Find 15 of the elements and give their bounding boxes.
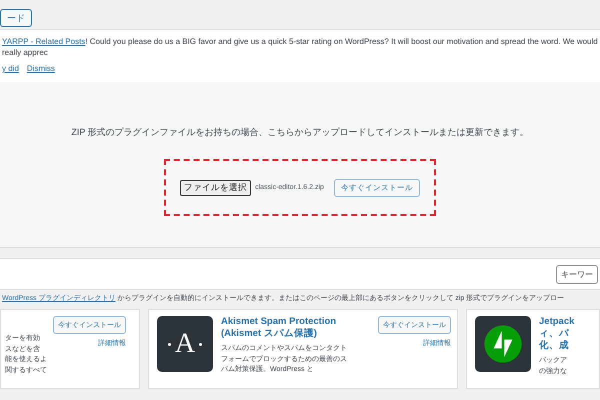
plugin-title[interactable]: (Akismet スパム保護) bbox=[221, 328, 347, 340]
plugin-title[interactable]: Akismet Spam Protection bbox=[221, 316, 347, 328]
bolt-logo-icon bbox=[475, 316, 531, 372]
notice-action-link[interactable]: Dismiss bbox=[26, 64, 55, 73]
upload-button[interactable]: ード bbox=[0, 9, 32, 27]
plugin-link[interactable]: YARPP - Related Posts bbox=[2, 37, 86, 46]
choose-file-button[interactable]: ファイルを選択 bbox=[180, 180, 252, 196]
notice-action-link[interactable]: y did bbox=[2, 64, 19, 73]
upload-message: ZIP 形式のプラグインファイルをお持ちの場合、こちらからアップロードしてインストールまたは更新できます。 bbox=[71, 126, 529, 139]
akismet-logo-icon: A bbox=[157, 316, 213, 372]
plugin-title[interactable]: 化、成 bbox=[539, 340, 574, 352]
notice-text: YARPP - Related Posts! Could you please do us a BIG favor and give us a quick 5-star rating on WordPress? It will boost our motivation and spread the word. We would really apprec bbox=[2, 36, 599, 58]
plugin-title[interactable]: Jetpack bbox=[539, 316, 574, 328]
plugin-title[interactable]: ィ、バ bbox=[539, 328, 574, 340]
keyword-select[interactable]: キーワー bbox=[556, 264, 598, 284]
